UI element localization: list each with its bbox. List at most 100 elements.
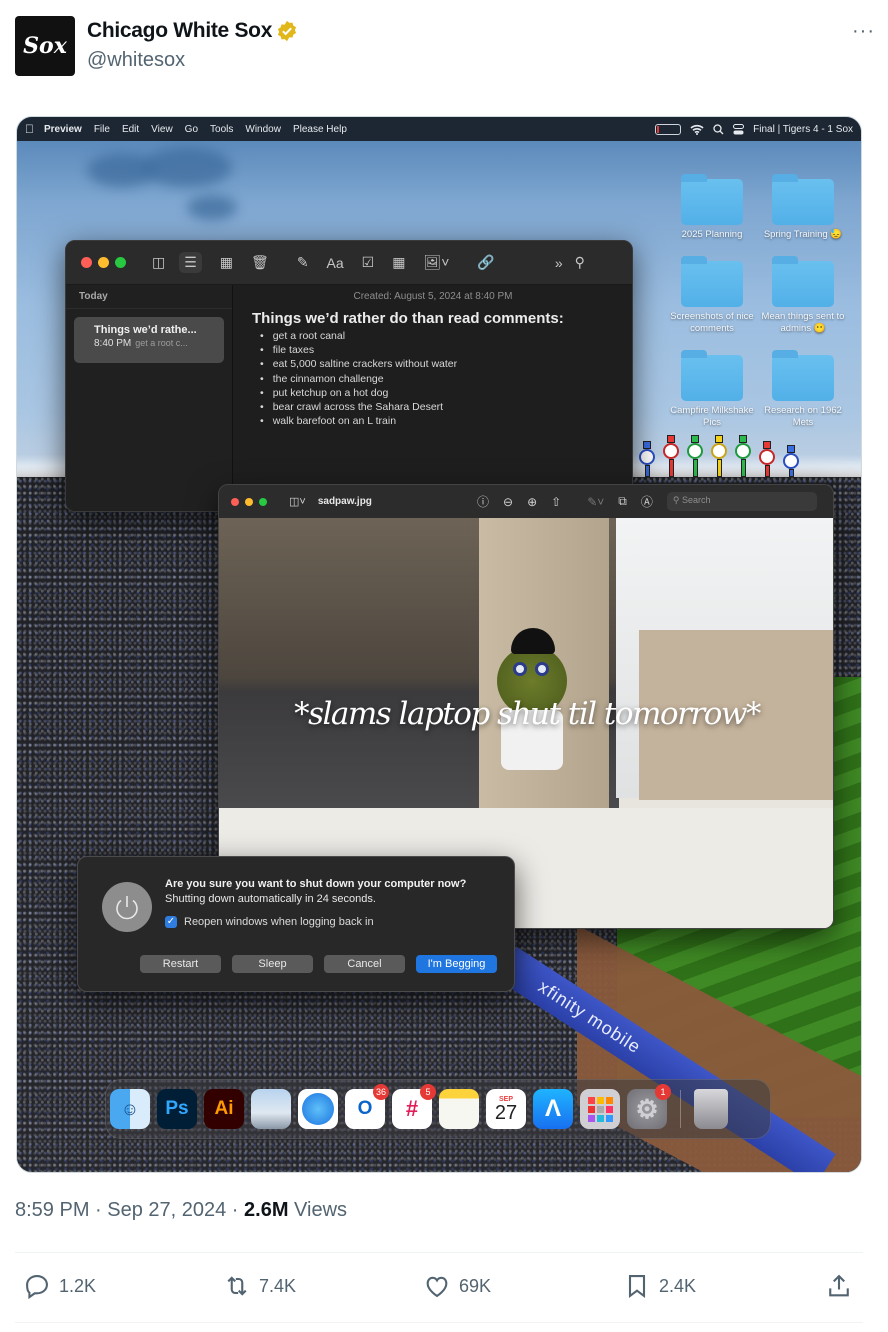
folder-icon [681, 350, 743, 401]
menu-view[interactable]: View [151, 124, 173, 135]
note-editor[interactable]: Created: August 5, 2024 at 8:40 PM Thing… [234, 285, 632, 511]
folder-screenshots-nice-comments[interactable]: Screenshots of nice comments [667, 256, 757, 335]
divider [15, 1322, 863, 1323]
dock-outlook-icon[interactable]: O 36 [345, 1084, 389, 1129]
pinwheel-figure-icon [735, 435, 751, 477]
tweet-media-image[interactable]: xfinity mobile  Preview File Edit View … [16, 116, 862, 1173]
notification-badge: 5 [420, 1084, 436, 1100]
menu-window[interactable]: Window [245, 124, 281, 135]
zoom-window-button[interactable] [115, 257, 126, 268]
info-icon[interactable]: ⓘ [477, 493, 489, 510]
folder-mean-things[interactable]: Mean things sent to admins 😶 [758, 256, 848, 335]
game-score-status[interactable]: Final | Tigers 4 - 1 Sox [753, 124, 853, 135]
dock-preview-icon[interactable] [251, 1089, 291, 1129]
checklist-icon[interactable]: ☑ [362, 254, 375, 271]
author-name-row[interactable]: Chicago White Sox [87, 19, 298, 43]
mac-menu-bar:  Preview File Edit View Go Tools Window… [17, 117, 861, 141]
markup-icon[interactable]: ✎˅ [587, 495, 604, 509]
dock-photoshop-icon[interactable]: Ps [157, 1089, 197, 1129]
dock-system-settings-icon[interactable]: ⚙ 1 [627, 1084, 671, 1129]
folder-icon [772, 174, 834, 225]
dock-launchpad-icon[interactable] [580, 1089, 620, 1129]
author-name[interactable]: Chicago White Sox [87, 19, 272, 43]
spotlight-search-icon[interactable] [713, 123, 724, 135]
annotate-icon[interactable]: Ⓐ [641, 493, 653, 510]
format-text-icon[interactable]: Aa [327, 255, 344, 271]
gallery-view-icon[interactable]: ▦ [220, 254, 233, 271]
like-button[interactable]: 69K [423, 1272, 491, 1300]
file-name: sadpaw.jpg [317, 496, 372, 507]
compose-note-icon[interactable]: ✎ [297, 254, 309, 271]
share-icon[interactable]: ⇧ [551, 495, 561, 509]
zoom-in-icon[interactable]: ⊕ [527, 495, 537, 509]
more-toolbar-icon[interactable]: » [555, 255, 563, 271]
zoom-window-button[interactable] [259, 497, 267, 506]
share-collaborate-icon[interactable]: 🔗 [477, 254, 494, 271]
control-center-icon[interactable] [733, 123, 745, 135]
restart-button[interactable]: Restart [140, 955, 221, 973]
folder-campfire-milkshake[interactable]: Campfire Milkshake Pics [667, 350, 757, 429]
sidebar-toggle-icon[interactable]: ◫˅ [289, 495, 306, 508]
note-item-preview: get a root c... [135, 338, 188, 348]
minimize-window-button[interactable] [98, 257, 109, 268]
list-item: bear crawl across the Sahara Desert [260, 400, 614, 414]
tweet-timestamp[interactable]: 8:59 PM · Sep 27, 2024 · [15, 1199, 244, 1221]
menu-go[interactable]: Go [185, 124, 198, 135]
shut-down-button[interactable]: I'm Begging [416, 955, 497, 973]
pinwheel-figure-icon [663, 435, 679, 477]
list-item: eat 5,000 saltine crackers without water [260, 357, 614, 371]
menu-app-preview[interactable]: Preview [44, 124, 82, 135]
repost-button[interactable]: 7.4K [223, 1272, 296, 1300]
dock-app-store-icon[interactable]: Λ [533, 1089, 573, 1129]
rotate-icon[interactable]: ⧉ [618, 494, 627, 509]
divider [15, 1252, 863, 1253]
folder-2025-planning[interactable]: 2025 Planning [667, 174, 757, 241]
note-list-item[interactable]: Things we’d rathe... 8:40 PM get a root c… [74, 317, 224, 363]
media-icon[interactable]: 🖼˅ [423, 254, 449, 271]
author-handle[interactable]: @whitesox [87, 49, 185, 72]
search-icon[interactable]: ⚲ [575, 254, 585, 271]
dock: ☺ Ps Ai O 36 #5 SEP 27 Λ ⚙ 1 [105, 1079, 771, 1139]
folder-icon [681, 174, 743, 225]
avatar[interactable]: Sox [15, 16, 75, 76]
bookmark-count: 2.4K [659, 1275, 697, 1296]
minimize-window-button[interactable] [245, 497, 253, 506]
dock-finder-icon[interactable]: ☺ [110, 1089, 150, 1129]
zoom-out-icon[interactable]: ⊖ [503, 495, 513, 509]
table-icon[interactable]: ▦ [392, 254, 405, 271]
dock-separator [680, 1090, 681, 1128]
checkmark-icon[interactable]: ✓ [165, 916, 177, 928]
menu-help[interactable]: Please Help [293, 124, 347, 135]
menu-tools[interactable]: Tools [210, 124, 233, 135]
menu-file[interactable]: File [94, 124, 110, 135]
verified-badge-icon [278, 20, 297, 42]
search-input[interactable]: ⚲ Search [666, 492, 817, 511]
menu-edit[interactable]: Edit [122, 124, 139, 135]
cancel-button[interactable]: Cancel [324, 955, 405, 973]
share-button[interactable] [825, 1272, 853, 1300]
dock-notes-icon[interactable] [439, 1089, 479, 1129]
battery-icon[interactable] [655, 123, 682, 135]
reply-icon [26, 1275, 48, 1300]
close-window-button[interactable] [81, 257, 92, 268]
dock-trash-icon[interactable] [694, 1089, 728, 1129]
apple-menu-icon[interactable]:  [25, 122, 34, 136]
folder-spring-training[interactable]: Spring Training 😓 [758, 174, 848, 241]
window-controls [81, 257, 126, 268]
sleep-button[interactable]: Sleep [232, 955, 313, 973]
folder-research-1962-mets[interactable]: Research on 1962 Mets [758, 350, 848, 429]
bookmark-button[interactable]: 2.4K [623, 1272, 696, 1300]
dock-slack-icon[interactable]: #5 [392, 1084, 436, 1129]
reopen-windows-checkbox[interactable]: ✓ Reopen windows when logging back in [165, 916, 374, 928]
wifi-icon[interactable] [690, 124, 704, 135]
more-options-button[interactable]: ··· [852, 20, 875, 43]
list-view-icon[interactable]: ☰ [179, 252, 202, 273]
views-count: 2.6M [244, 1199, 289, 1221]
close-window-button[interactable] [231, 497, 239, 506]
trash-icon[interactable]: 🗑 [251, 254, 269, 271]
sidebar-toggle-icon[interactable]: ◫ [152, 254, 165, 271]
dock-illustrator-icon[interactable]: Ai [204, 1089, 244, 1129]
reply-button[interactable]: 1.2K [23, 1272, 96, 1300]
dock-safari-icon[interactable] [298, 1089, 338, 1129]
dock-calendar-icon[interactable]: SEP 27 [486, 1089, 526, 1129]
